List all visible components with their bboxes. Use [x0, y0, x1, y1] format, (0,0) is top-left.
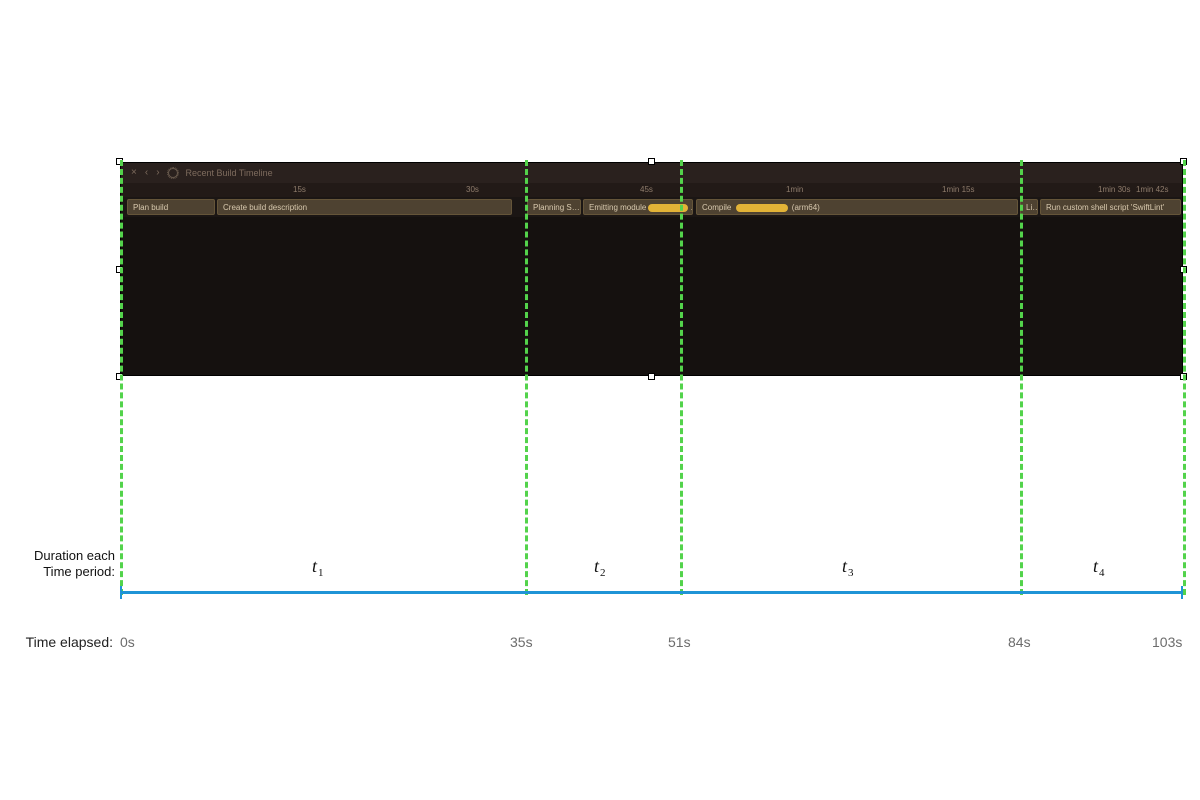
marker-line	[1020, 160, 1023, 595]
elapsed-tick: 84s	[1008, 634, 1031, 650]
marker-line	[525, 160, 528, 595]
task-trail: …	[690, 203, 693, 212]
task-plan-build[interactable]: Plan build	[127, 199, 215, 215]
back-icon[interactable]: ‹	[145, 168, 148, 178]
ruler-tick: 45s	[640, 185, 653, 194]
task-compile[interactable]: Compile (arm64)	[696, 199, 1018, 215]
axis-start-cap	[120, 586, 122, 599]
task-trail: (arm64)	[790, 203, 820, 212]
duration-each-label: Duration each Time period:	[0, 548, 115, 581]
period-label-t2: t2	[594, 556, 605, 577]
elapsed-tick: 103s	[1152, 634, 1182, 650]
ruler-tick: 1min	[786, 185, 803, 194]
task-label: Emitting module	[589, 203, 646, 212]
task-label: Compile	[702, 203, 731, 212]
forward-icon[interactable]: ›	[156, 168, 159, 178]
selection-handle[interactable]	[648, 373, 655, 380]
close-icon[interactable]: ×	[131, 168, 137, 178]
ruler-tick: 1min 42s	[1136, 185, 1168, 194]
ruler-tick: 30s	[466, 185, 479, 194]
task-emitting-module[interactable]: Emitting module …	[583, 199, 693, 215]
ruler-tick: 1min 30s	[1098, 185, 1130, 194]
time-elapsed-label: Time elapsed:	[0, 634, 113, 650]
elapsed-tick: 0s	[120, 634, 135, 650]
period-label-t1: t1	[312, 556, 323, 577]
elapsed-tick: 51s	[668, 634, 691, 650]
panel-title: Recent Build Timeline	[186, 168, 273, 178]
task-swiftlint[interactable]: Run custom shell script 'SwiftLint'	[1040, 199, 1181, 215]
elapsed-tick: 35s	[510, 634, 533, 650]
marker-line	[120, 160, 123, 595]
build-timeline-panel: × ‹ › Recent Build Timeline 15s 30s 45s …	[120, 162, 1183, 376]
ruler-tick: 15s	[293, 185, 306, 194]
axis-end-cap	[1181, 586, 1183, 599]
task-planning[interactable]: Planning S…	[527, 199, 581, 215]
task-create-build-description[interactable]: Create build description	[217, 199, 512, 215]
ruler-tick: 1min 15s	[942, 185, 974, 194]
marker-line	[1183, 160, 1186, 595]
selection-handle[interactable]	[648, 158, 655, 165]
period-label-t4: t4	[1093, 556, 1104, 577]
marker-line	[680, 160, 683, 595]
elapsed-axis	[120, 591, 1183, 594]
period-label-t3: t3	[842, 556, 853, 577]
redacted-text	[736, 204, 788, 212]
gear-icon[interactable]	[168, 168, 178, 178]
